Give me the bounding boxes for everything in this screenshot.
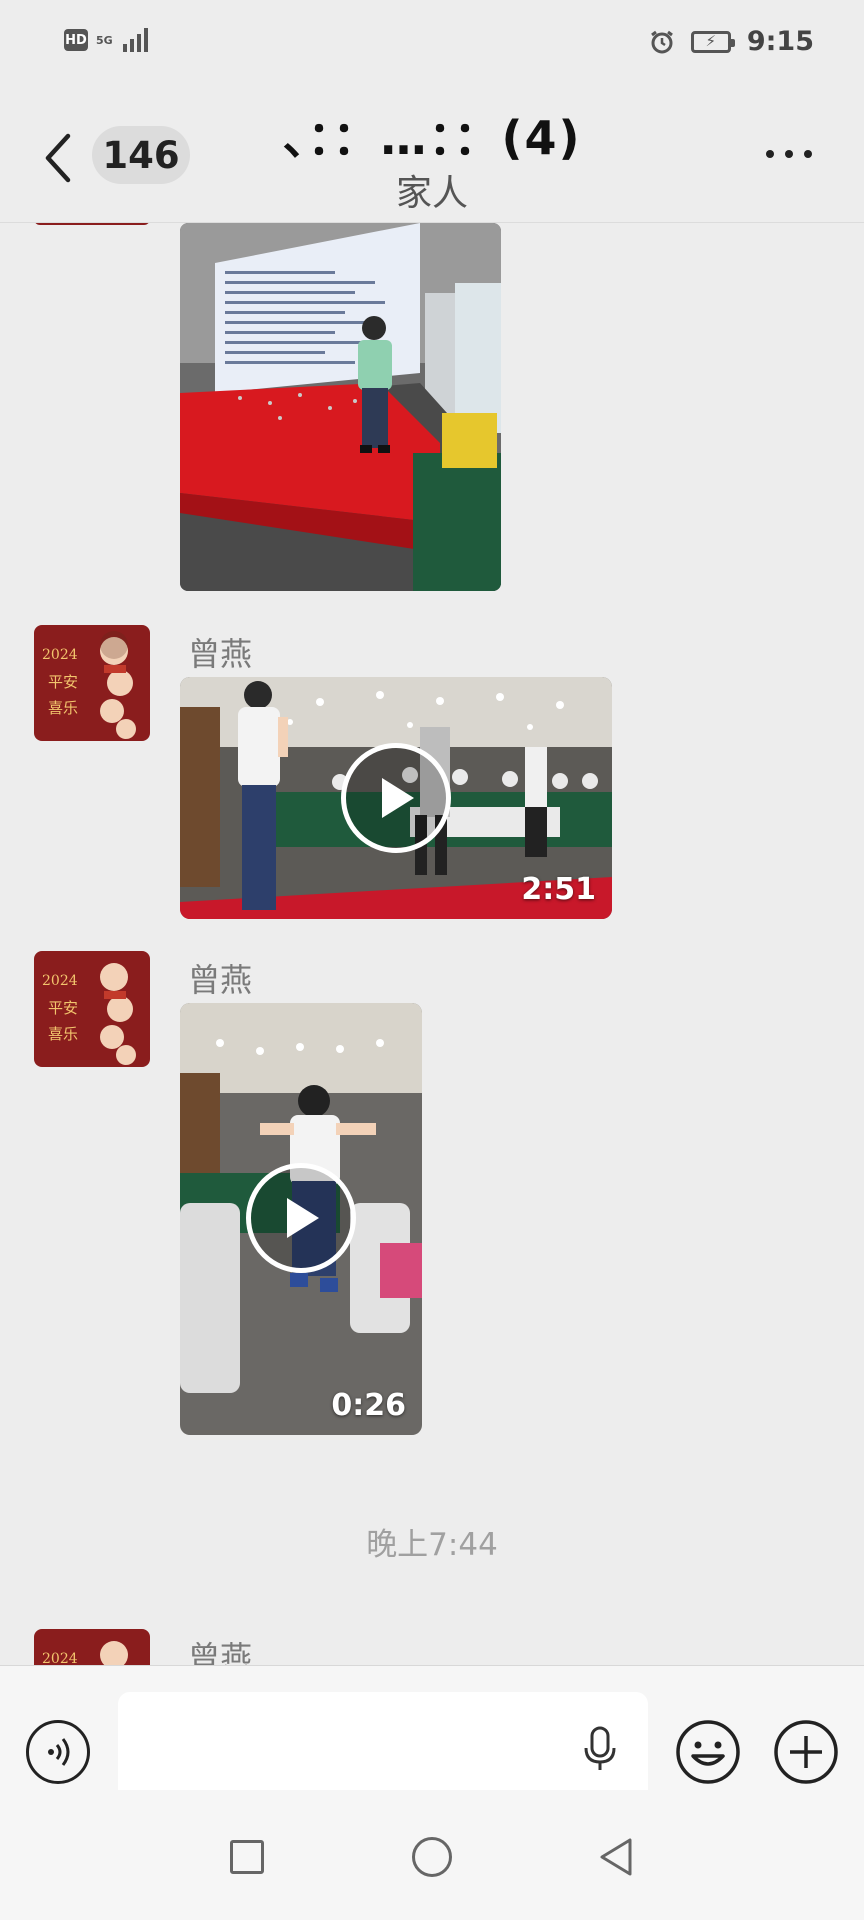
avatar[interactable]: 2024 平安 喜乐 — [34, 625, 150, 741]
sender-name: 曾燕 — [188, 961, 253, 999]
system-nav-bar — [0, 1790, 864, 1920]
clock: 9:15 — [746, 26, 814, 57]
status-right: ⚡ 9:15 — [649, 26, 814, 57]
play-icon — [382, 778, 414, 818]
video-message[interactable]: 2:51 — [180, 677, 612, 919]
stage-photo — [180, 223, 501, 591]
alarm-icon — [650, 30, 673, 53]
sender-name: 曾燕 — [188, 1639, 253, 1665]
input-bar — [0, 1665, 864, 1804]
video-message[interactable]: 0:26 — [180, 1003, 422, 1435]
svg-text:2024: 2024 — [42, 647, 78, 663]
message-list[interactable]: 2024 平安 喜乐 曾燕 2:51 2024 平安 喜乐 曾燕 0:26 晚上… — [0, 223, 864, 1665]
plus-icon[interactable] — [772, 1718, 840, 1786]
play-button[interactable] — [341, 743, 451, 853]
recent-apps-icon[interactable] — [230, 1840, 264, 1874]
network-label: 5G — [96, 33, 113, 47]
chat-header: 146 、：：…：：(4) 家人 — [0, 88, 864, 223]
voice-button[interactable] — [26, 1720, 90, 1784]
chat-title: 、：：…：：(4) — [282, 111, 582, 165]
svg-text:2024: 2024 — [42, 1651, 78, 1665]
home-icon[interactable] — [412, 1837, 452, 1877]
play-icon — [287, 1198, 319, 1238]
svg-text:喜乐: 喜乐 — [48, 699, 78, 717]
message-timestamp: 晚上7:44 — [366, 1527, 498, 1563]
status-bar: HD 5G ⚡ 9:15 — [0, 0, 864, 88]
sender-name: 曾燕 — [188, 635, 253, 673]
voice-icon — [48, 1738, 70, 1766]
status-left: HD 5G — [64, 28, 148, 52]
svg-text:平安: 平安 — [48, 673, 78, 691]
microphone-icon[interactable] — [582, 1726, 618, 1772]
svg-text:2024: 2024 — [42, 973, 78, 989]
emoji-icon[interactable] — [674, 1718, 742, 1786]
video-duration: 0:26 — [331, 1388, 406, 1423]
image-message[interactable] — [180, 223, 501, 591]
svg-text:平安: 平安 — [48, 999, 78, 1017]
svg-text:喜乐: 喜乐 — [48, 1025, 78, 1043]
avatar[interactable] — [34, 223, 150, 225]
avatar[interactable]: 2024 平安 喜乐 — [34, 951, 150, 1067]
back-icon[interactable] — [40, 132, 74, 184]
unread-count-badge[interactable]: 146 — [92, 126, 190, 184]
nav-back-icon[interactable] — [596, 1836, 636, 1878]
hd-badge: HD — [64, 29, 88, 51]
video-duration: 2:51 — [521, 872, 596, 907]
message-input[interactable] — [118, 1692, 648, 1804]
more-icon[interactable] — [766, 150, 812, 158]
avatar[interactable]: 2024 — [34, 1629, 150, 1665]
battery-icon: ⚡ — [690, 30, 735, 53]
signal-icon — [122, 28, 148, 52]
chat-subtitle: 家人 — [395, 173, 468, 214]
play-button[interactable] — [246, 1163, 356, 1273]
